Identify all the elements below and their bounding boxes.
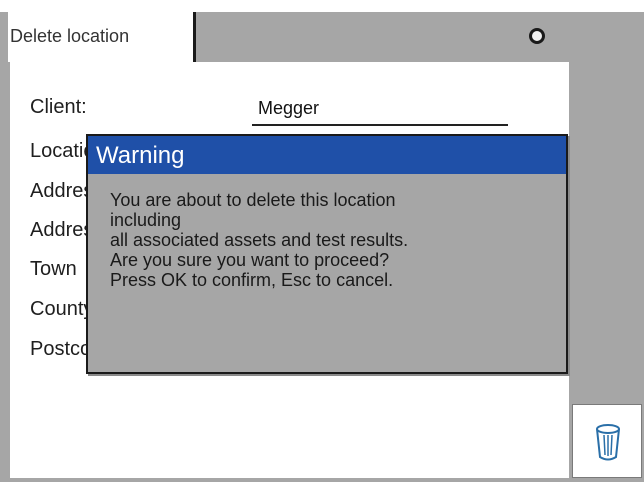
dialog-line: Are you sure you want to proceed? [110,250,390,270]
client-field-underline [252,124,508,126]
status-indicator-icon [529,28,545,44]
trash-icon [596,424,620,461]
delete-location-screen: Delete location Client: Megger Location … [0,0,644,482]
location-label: Location [30,140,86,162]
client-label: Client: [30,96,87,118]
tab-delete-location[interactable]: Delete location [8,12,196,62]
frame-bottom [0,478,644,482]
dialog-line: including [110,210,182,230]
warning-dialog: Warning You are about to delete this loc… [86,134,568,374]
address2-label: Address [30,219,86,241]
dialog-message: You are about to delete this location in… [110,190,550,290]
postcode-label: Postcode [30,338,86,360]
address1-label: Address [30,180,86,202]
delete-button[interactable] [572,404,642,478]
dialog-line: all associated assets and test results. [110,230,409,250]
town-label: Town [30,258,77,280]
frame-left [0,12,10,482]
client-value[interactable]: Megger [258,98,319,119]
dialog-line: You are about to delete this location [110,190,396,210]
dialog-line: Press OK to confirm, Esc to cancel. [110,270,394,290]
tab-label: Delete location [10,26,130,46]
county-label: County [30,298,86,320]
dialog-title: Warning [88,136,566,174]
